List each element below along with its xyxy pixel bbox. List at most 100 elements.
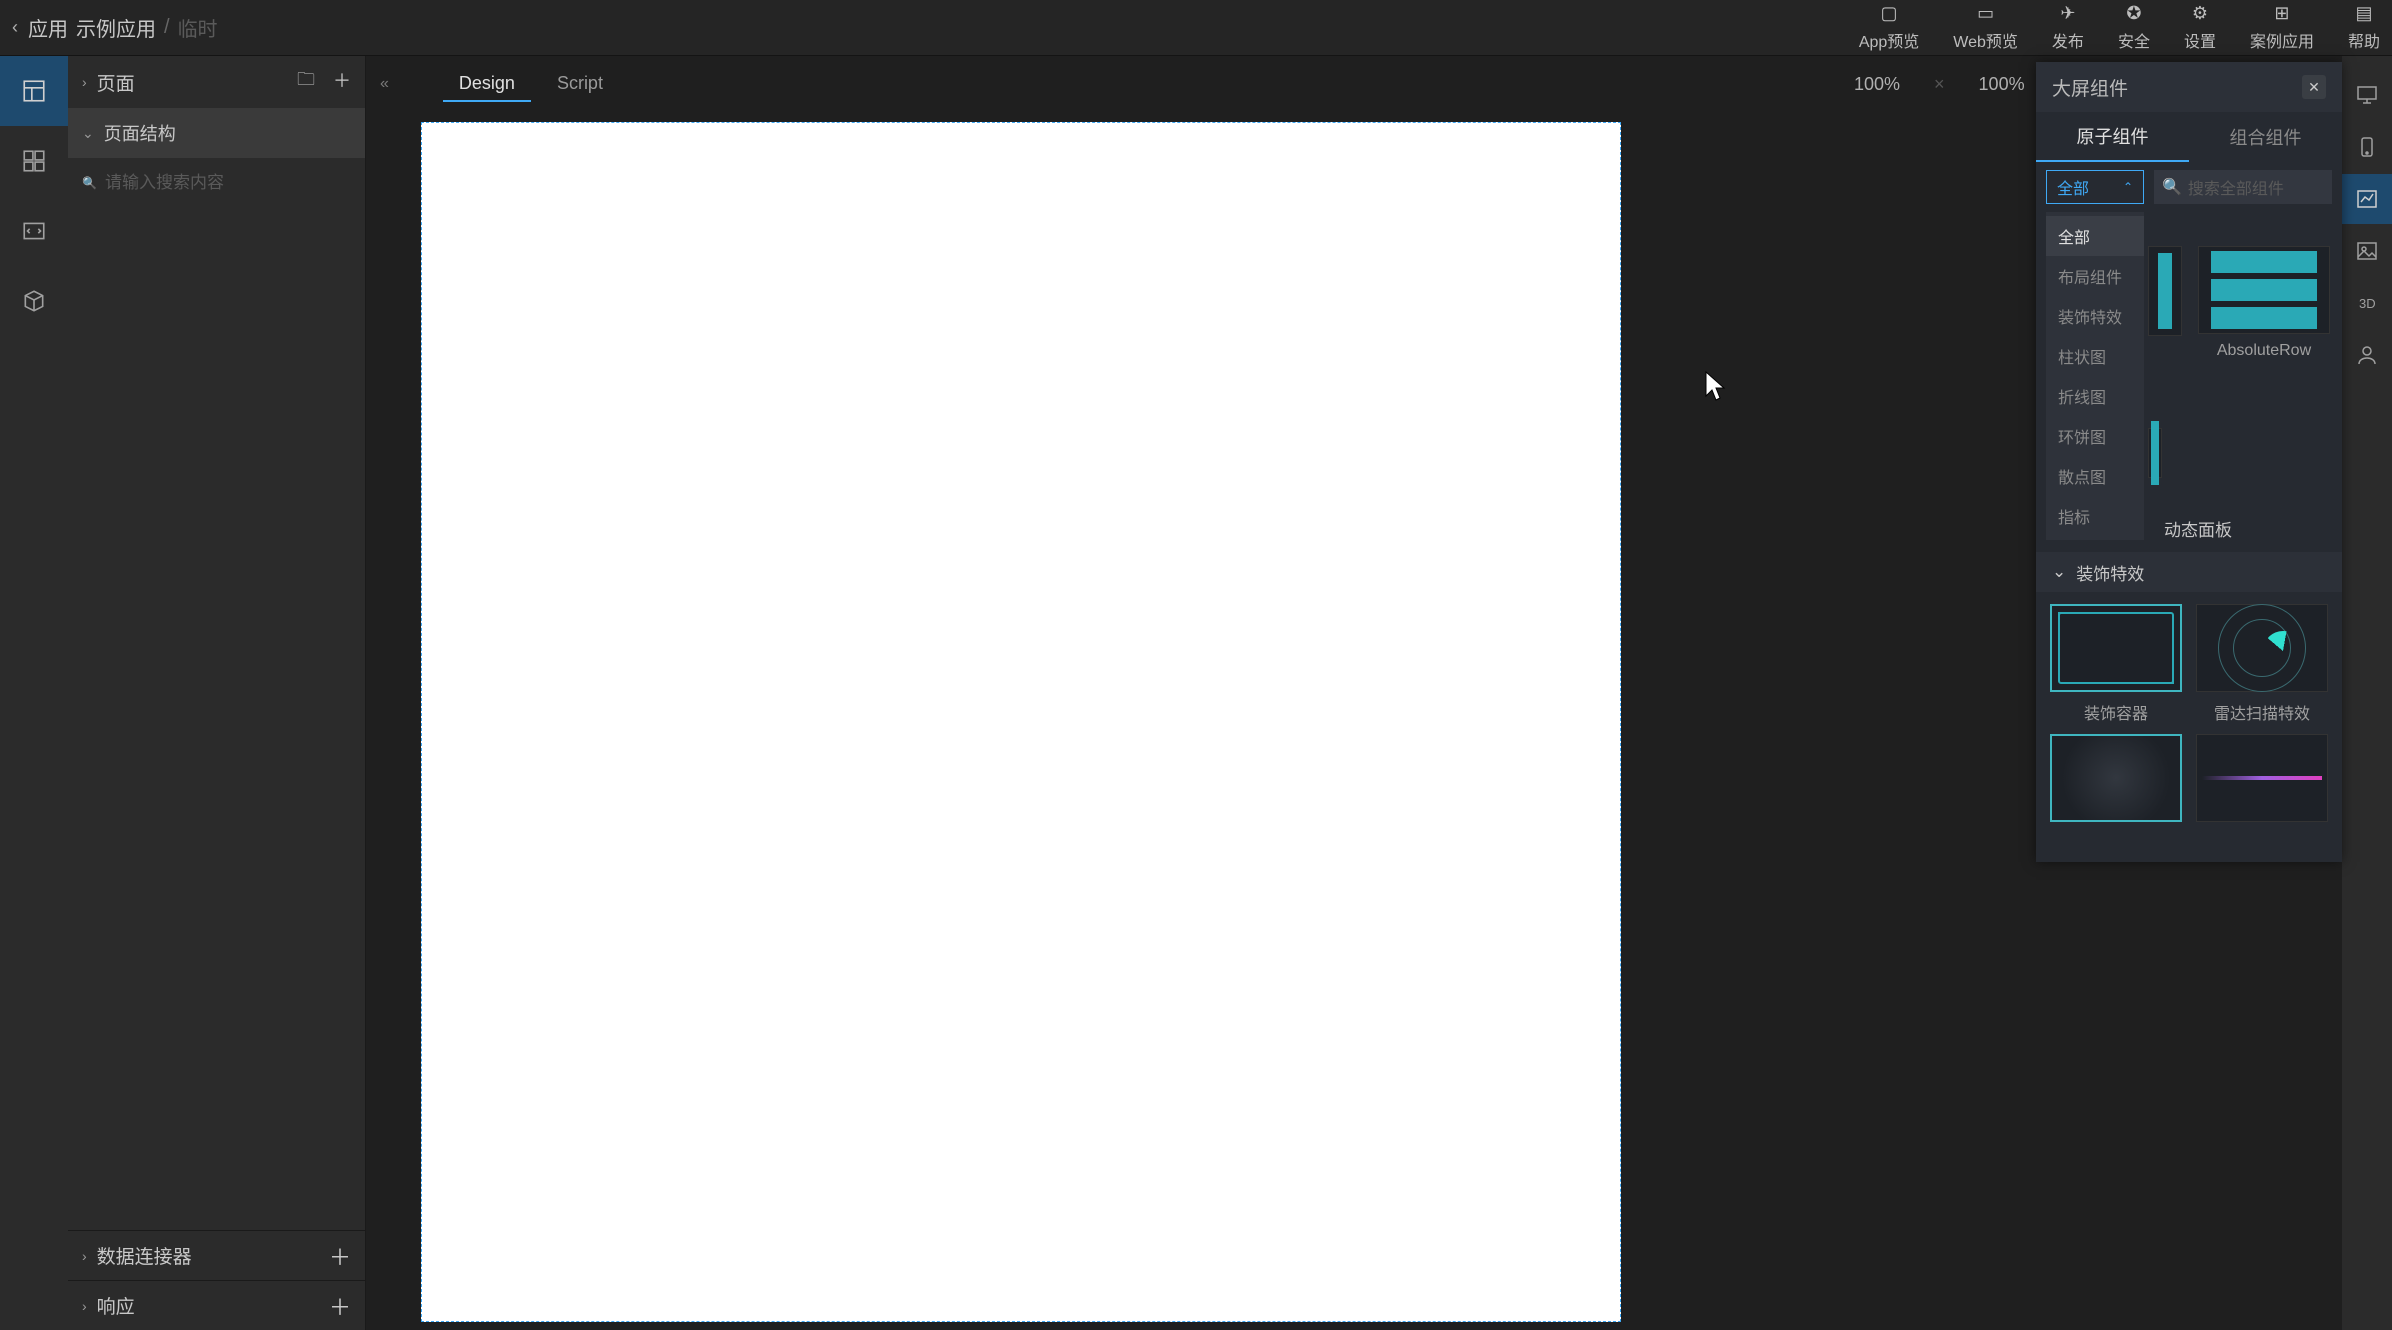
bookmark-icon: ▤ — [2355, 4, 2372, 24]
chevron-up-icon: ⌃ — [2123, 180, 2133, 194]
action-label: App预览 — [1859, 28, 1919, 52]
search-icon: 🔍 — [2162, 177, 2182, 197]
breadcrumb-page[interactable]: 临时 — [178, 13, 218, 42]
dd-decor[interactable]: 装饰特效 — [2046, 296, 2144, 336]
dd-pie[interactable]: 环饼图 — [2046, 416, 2144, 456]
web-preview-button[interactable]: ▭ Web预览 — [1953, 4, 2018, 52]
category-dropdown: 全部 布局组件 装饰特效 柱状图 折线图 环饼图 散点图 指标 — [2046, 212, 2144, 540]
action-label: 帮助 — [2348, 28, 2380, 52]
action-label: 发布 — [2052, 28, 2084, 52]
structure-tree — [68, 208, 365, 1230]
canvas[interactable] — [421, 122, 1621, 1322]
svg-text:3D: 3D — [2359, 296, 2376, 311]
dd-layout[interactable]: 布局组件 — [2046, 256, 2144, 296]
phone-icon — [2355, 135, 2379, 159]
folder-icon[interactable]: 🗀 — [297, 67, 315, 97]
component-card-decor-container[interactable]: 装饰容器 — [2048, 604, 2184, 724]
dd-bar[interactable]: 柱状图 — [2046, 336, 2144, 376]
sample-app-button[interactable]: ⊞ 案例应用 — [2250, 4, 2314, 52]
collapse-panel-icon[interactable]: « — [380, 75, 389, 93]
monitor-icon: ▭ — [1977, 4, 1994, 24]
search-icon: 🔍 — [82, 176, 97, 190]
component-filter-row: 全部 ⌃ 🔍 搜索全部组件 — [2036, 162, 2342, 212]
component-card-abscolumn[interactable] — [2148, 246, 2182, 336]
panel-title: 响应 — [97, 1292, 319, 1319]
monitor-icon — [2355, 83, 2379, 107]
panel-subtitle: 页面结构 — [104, 120, 176, 146]
send-icon: ✈ — [2060, 4, 2075, 24]
panel-header-response[interactable]: › 响应 ＋ — [68, 1280, 365, 1330]
settings-button[interactable]: ⚙ 设置 — [2184, 4, 2216, 52]
rail-logic[interactable] — [0, 196, 68, 266]
security-button[interactable]: ✪ 安全 — [2118, 4, 2150, 52]
breadcrumb-sep: / — [164, 16, 170, 39]
section-title: 装饰特效 — [2076, 560, 2144, 585]
rail-3d[interactable]: 3D — [2342, 278, 2392, 328]
tab-atom-components[interactable]: 原子组件 — [2036, 112, 2189, 162]
action-label: 安全 — [2118, 28, 2150, 52]
section-decoration[interactable]: ⌄ 装饰特效 — [2036, 552, 2342, 592]
section-dynamic-panel[interactable]: 动态面板 — [2148, 508, 2342, 548]
action-label: 案例应用 — [2250, 28, 2314, 52]
rail-chart[interactable] — [2342, 174, 2392, 224]
rail-user[interactable] — [2342, 330, 2392, 380]
publish-button[interactable]: ✈ 发布 — [2052, 4, 2084, 52]
component-card-decor-2[interactable] — [2048, 734, 2184, 822]
plus-icon[interactable]: ＋ — [333, 67, 351, 97]
component-panel-header: 大屏组件 ✕ — [2036, 62, 2342, 112]
topbar: ‹ 应用 示例应用 / 临时 ▢ App预览 ▭ Web预览 ✈ 发布 ✪ 安全… — [0, 0, 2392, 56]
component-search[interactable]: 🔍 搜索全部组件 — [2154, 170, 2332, 204]
left-rail — [0, 56, 68, 1330]
breadcrumb-app[interactable]: 应用 — [28, 13, 68, 42]
tab-combo-components[interactable]: 组合组件 — [2189, 112, 2342, 162]
component-panel: 大屏组件 ✕ 原子组件 组合组件 全部 ⌃ 🔍 搜索全部组件 全部 布局组件 装… — [2036, 62, 2342, 862]
chevron-right-icon: › — [82, 1298, 87, 1314]
category-select-label: 全部 — [2057, 175, 2089, 199]
panel-title: 数据连接器 — [97, 1242, 319, 1269]
panel-header-data-connector[interactable]: › 数据连接器 ＋ — [68, 1230, 365, 1280]
help-button[interactable]: ▤ 帮助 — [2348, 4, 2380, 52]
zoom-level-1[interactable]: 100% — [1854, 74, 1900, 95]
threed-icon: 3D — [2355, 291, 2379, 315]
rail-components[interactable] — [0, 126, 68, 196]
plus-icon[interactable]: ＋ — [329, 1290, 351, 1322]
mode-tabs: Design Script — [443, 67, 619, 102]
dd-scatter[interactable]: 散点图 — [2046, 456, 2144, 496]
rail-mobile[interactable] — [2342, 122, 2392, 172]
panel-header-page[interactable]: › 页面 🗀 ＋ — [68, 56, 365, 108]
category-select[interactable]: 全部 ⌃ — [2046, 170, 2144, 204]
plus-icon[interactable]: ＋ — [329, 1240, 351, 1272]
tab-design[interactable]: Design — [443, 67, 531, 102]
structure-search[interactable]: 🔍 — [68, 158, 365, 208]
rail-layout[interactable] — [0, 56, 68, 126]
card-label: 雷达扫描特效 — [2214, 700, 2310, 724]
left-panel: › 页面 🗀 ＋ ⌄ 页面结构 🔍 › 数据连接器 ＋ › 响应 ＋ — [68, 56, 366, 1330]
chevron-right-icon: › — [82, 74, 87, 90]
structure-search-input[interactable] — [105, 173, 351, 193]
chevron-down-icon: ⌄ — [2052, 562, 2066, 582]
tab-script[interactable]: Script — [541, 67, 619, 102]
component-card-absrow[interactable]: AbsoluteRow — [2198, 246, 2330, 360]
chevron-down-icon: ⌄ — [82, 125, 94, 142]
rail-desktop[interactable] — [2342, 70, 2392, 120]
dd-line[interactable]: 折线图 — [2046, 376, 2144, 416]
zoom-level-2[interactable]: 100% — [1979, 74, 2025, 95]
app-preview-button[interactable]: ▢ App预览 — [1859, 4, 1919, 52]
component-card-radar[interactable]: 雷达扫描特效 — [2194, 604, 2330, 724]
code-icon — [21, 218, 47, 244]
action-label: 设置 — [2184, 28, 2216, 52]
component-card-small[interactable] — [2148, 428, 2162, 478]
component-card-gradline[interactable] — [2194, 734, 2330, 822]
close-icon[interactable]: ✕ — [2302, 75, 2326, 99]
breadcrumb-proj[interactable]: 示例应用 — [76, 13, 156, 42]
card-label: AbsoluteRow — [2217, 342, 2311, 360]
rail-image[interactable] — [2342, 226, 2392, 276]
action-label: Web预览 — [1953, 28, 2018, 52]
component-tabs: 原子组件 组合组件 — [2036, 112, 2342, 162]
user-icon — [2355, 343, 2379, 367]
dd-indicator[interactable]: 指标 — [2046, 496, 2144, 536]
dd-all[interactable]: 全部 — [2046, 216, 2144, 256]
panel-header-structure[interactable]: ⌄ 页面结构 — [68, 108, 365, 158]
back-icon[interactable]: ‹ — [12, 17, 18, 38]
rail-3d[interactable] — [0, 266, 68, 336]
